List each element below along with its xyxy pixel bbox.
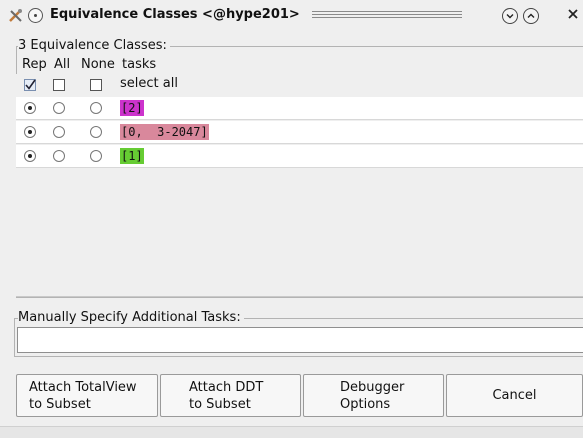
row-1-all-radio[interactable] bbox=[53, 102, 65, 114]
debugger-options-label-line2: Options bbox=[340, 397, 391, 412]
header-rep: Rep bbox=[22, 57, 47, 72]
select-all-none-checkbox[interactable] bbox=[90, 79, 102, 91]
attach-totalview-label-line1: Attach TotalView bbox=[29, 380, 137, 395]
title-bar[interactable]: Equivalence Classes <@hype201> bbox=[0, 0, 583, 30]
row-2-none-radio[interactable] bbox=[90, 126, 102, 138]
tools-icon[interactable] bbox=[8, 8, 23, 23]
attach-ddt-label-line1: Attach DDT bbox=[189, 380, 264, 395]
row-3-none-radio[interactable] bbox=[90, 150, 102, 162]
row-1-task-chip: [2] bbox=[120, 100, 144, 116]
header-none: None bbox=[81, 57, 115, 72]
table-row: [0, 3-2047] bbox=[16, 121, 583, 144]
attach-totalview-label-line2: to Subset bbox=[29, 397, 91, 412]
maximize-icon[interactable] bbox=[523, 8, 539, 24]
close-icon[interactable] bbox=[565, 6, 581, 22]
cancel-label: Cancel bbox=[492, 388, 537, 403]
window-menu-icon[interactable] bbox=[28, 8, 43, 23]
select-all-all-checkbox[interactable] bbox=[53, 79, 65, 91]
header-tasks: tasks bbox=[122, 57, 157, 72]
window-bottom-border bbox=[0, 426, 583, 438]
window-title: Equivalence Classes <@hype201> bbox=[50, 7, 300, 22]
row-1-rep-radio[interactable] bbox=[24, 102, 36, 114]
header-all: All bbox=[54, 57, 71, 72]
row-3-rep-radio[interactable] bbox=[24, 150, 36, 162]
classes-frame-legend: 3 Equivalence Classes: bbox=[18, 38, 170, 53]
row-2-rep-radio[interactable] bbox=[24, 126, 36, 138]
select-all-label: select all bbox=[120, 76, 178, 91]
attach-ddt-button[interactable]: Attach DDT to Subset bbox=[160, 374, 301, 417]
row-3-all-radio[interactable] bbox=[53, 150, 65, 162]
manual-tasks-input[interactable] bbox=[17, 327, 583, 353]
row-3-task-chip: [1] bbox=[120, 148, 144, 164]
select-all-row: select all bbox=[16, 74, 583, 96]
minimize-icon[interactable] bbox=[502, 8, 518, 24]
row-1-none-radio[interactable] bbox=[90, 102, 102, 114]
table-row: [2] bbox=[16, 97, 583, 120]
attach-totalview-button[interactable]: Attach TotalView to Subset bbox=[16, 374, 158, 417]
title-bar-grip bbox=[312, 11, 462, 20]
table-row: [1] bbox=[16, 145, 583, 168]
select-all-rep-checkbox[interactable] bbox=[24, 79, 36, 91]
manual-tasks-legend: Manually Specify Additional Tasks: bbox=[18, 310, 244, 325]
debugger-options-label-line1: Debugger bbox=[340, 380, 405, 395]
classes-table: select all [2] [0, 3-2047] [1] bbox=[16, 74, 583, 297]
attach-ddt-label-line2: to Subset bbox=[189, 397, 251, 412]
debugger-options-button[interactable]: Debugger Options bbox=[303, 374, 444, 417]
row-2-task-chip: [0, 3-2047] bbox=[120, 124, 209, 140]
row-2-all-radio[interactable] bbox=[53, 126, 65, 138]
cancel-button[interactable]: Cancel bbox=[446, 374, 583, 417]
